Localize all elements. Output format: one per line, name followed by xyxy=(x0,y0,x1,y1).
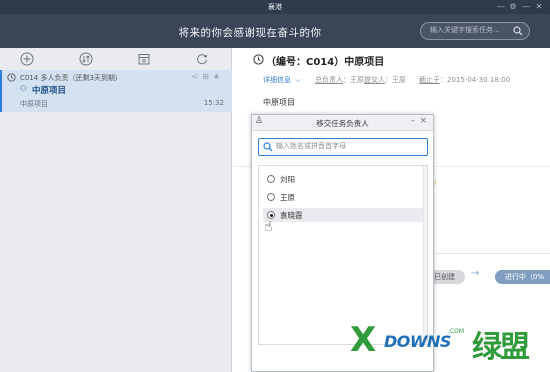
dialog-title: 移交任务负责人 xyxy=(316,119,369,128)
arrow-right-icon: → xyxy=(471,268,480,279)
person-name: 刘阳 xyxy=(280,175,295,184)
deadline-info: 截止于：2015-04-30 18:00 xyxy=(419,75,510,85)
skin-button[interactable]: — xyxy=(496,2,506,12)
dialog-minimize-button[interactable]: – xyxy=(411,116,416,126)
watermark-x-logo: X xyxy=(350,320,377,360)
clock-icon xyxy=(253,54,264,67)
calendar-icon[interactable] xyxy=(137,52,153,66)
refresh-icon[interactable] xyxy=(195,52,211,66)
task-project-name: 中原项目 xyxy=(263,98,295,107)
person-option[interactable]: 刘阳 xyxy=(263,172,425,186)
submitter-label: 提交人 xyxy=(364,76,385,84)
radio-button-checked[interactable] xyxy=(267,211,275,219)
clock-icon xyxy=(7,73,16,84)
person-name: 王原 xyxy=(280,193,295,202)
person-option-selected[interactable]: 袁晓霞 xyxy=(263,208,425,222)
settings-icon[interactable]: ⚙ xyxy=(508,2,518,12)
person-search-input[interactable] xyxy=(276,142,421,150)
task-name: 中原项目 xyxy=(32,86,67,96)
task-detail-title: （编号：C014）中原项目 xyxy=(266,57,385,68)
window-titlebar: 襄港 — ⚙ — ✕ xyxy=(0,0,550,14)
hand-cursor-icon: ☝ xyxy=(264,219,273,235)
radio-button[interactable] xyxy=(267,193,275,201)
owner-value: ：王原 xyxy=(343,76,364,84)
person-search-box[interactable] xyxy=(258,138,428,156)
window-title: 襄港 xyxy=(268,3,282,11)
owner-label: 总负责人 xyxy=(315,76,343,84)
status-in-progress: 进行中（0% xyxy=(495,270,550,284)
search-icon[interactable] xyxy=(513,26,523,38)
plus-box-icon[interactable]: ⊞ xyxy=(202,72,213,81)
details-label: 详细信息 xyxy=(263,76,291,84)
person-name: 袁晓霞 xyxy=(280,211,303,220)
minimize-button[interactable]: — xyxy=(521,2,531,12)
task-toolbar xyxy=(0,48,232,70)
task-time: 15:32 xyxy=(203,99,224,107)
deadline-value: ：2015-04-30 18:00 xyxy=(440,76,511,84)
add-icon[interactable] xyxy=(20,52,36,66)
radio-button[interactable] xyxy=(267,175,275,183)
person-option[interactable]: 王原 xyxy=(263,190,425,204)
dialog-header: ♙ 移交任务负责人 – × xyxy=(252,115,433,131)
close-button[interactable]: ✕ xyxy=(534,2,544,12)
task-list-panel: C014 多人负责（还剩3天到期） <⊞★ ⚇ 中原项目 中原项目 15:32 xyxy=(0,48,232,372)
watermark-brand: DOWNS xyxy=(384,332,451,351)
task-search-box[interactable] xyxy=(420,22,530,40)
slogan-text: 将来的你会感谢现在奋斗的你 xyxy=(178,27,322,39)
search-icon xyxy=(263,142,273,154)
deadline-label: 截止于 xyxy=(419,76,440,84)
watermark-suffix: .COM xyxy=(448,328,464,335)
site-watermark: X DOWNS .COM 绿盟 xyxy=(350,318,550,372)
task-project: 中原项目 xyxy=(20,100,48,108)
submitter-info: 提交人：王原 xyxy=(364,75,406,85)
task-actions: <⊞★ xyxy=(191,72,224,81)
sort-icon[interactable] xyxy=(79,52,95,66)
watermark-cn: 绿盟 xyxy=(472,330,530,365)
task-search-input[interactable] xyxy=(430,26,508,34)
divider xyxy=(429,253,550,254)
submitter-value: ：王原 xyxy=(385,76,406,84)
team-icon: ⚇ xyxy=(20,84,28,93)
task-list-item[interactable]: C014 多人负责（还剩3天到期） <⊞★ ⚇ 中原项目 中原项目 15:32 xyxy=(0,70,232,112)
dialog-close-button[interactable]: × xyxy=(419,116,427,126)
chevron-down-icon: ⌵ xyxy=(293,76,301,84)
app-header: 将来的你会感谢现在奋斗的你 xyxy=(0,14,550,48)
star-icon[interactable]: ★ xyxy=(213,72,224,81)
details-toggle[interactable]: 详细信息 ⌵ xyxy=(263,75,301,85)
owner-info: 总负责人：王原 xyxy=(315,75,364,85)
share-icon[interactable]: < xyxy=(191,72,202,81)
task-meta: C014 多人负责（还剩3天到期） xyxy=(20,74,122,82)
